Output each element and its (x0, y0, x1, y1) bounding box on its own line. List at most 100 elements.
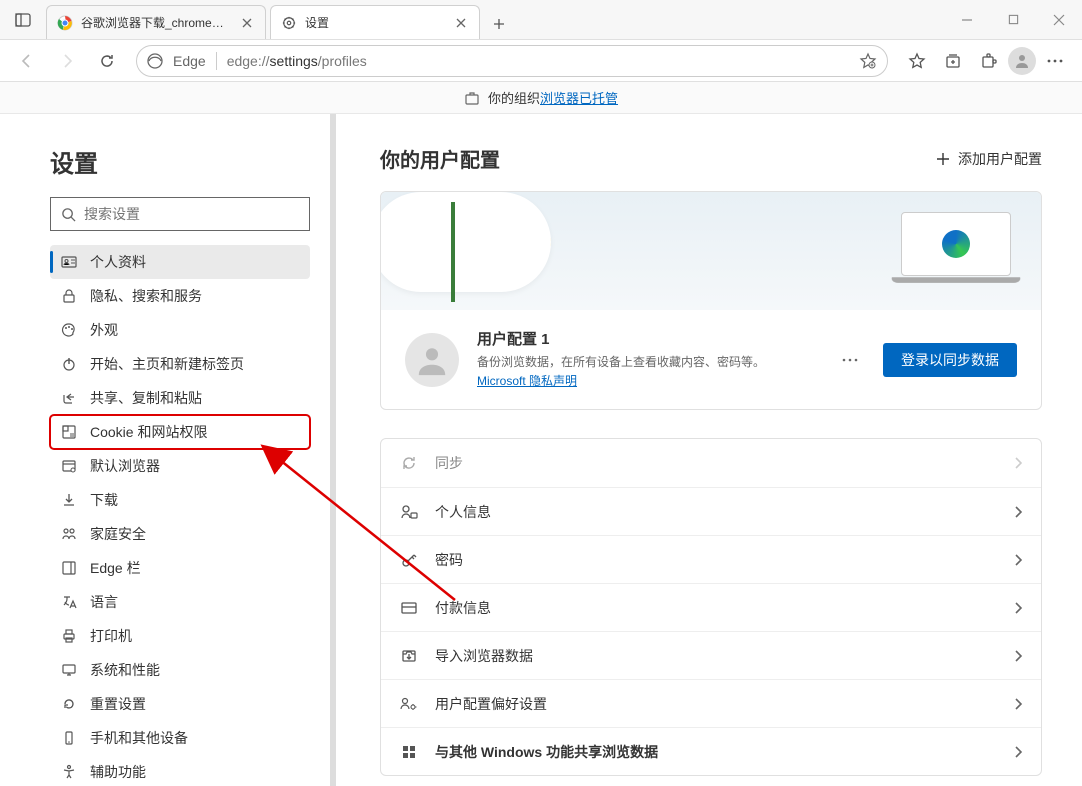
tab-2[interactable]: 设置 (270, 5, 480, 39)
extensions-button[interactable] (972, 44, 1006, 78)
separator (216, 52, 217, 70)
setting-row-payment[interactable]: 付款信息 (381, 583, 1041, 631)
setting-row-personal[interactable]: 个人信息 (381, 487, 1041, 535)
profile-name: 用户配置 1 (477, 328, 817, 349)
plus-icon (936, 152, 950, 166)
card-icon (399, 599, 419, 617)
minimize-button[interactable] (944, 4, 990, 36)
sidebar-item-phone[interactable]: 手机和其他设备 (50, 721, 310, 755)
lock-icon (60, 288, 78, 304)
add-profile-button[interactable]: 添加用户配置 (936, 149, 1042, 169)
sidebar-item-profile[interactable]: 个人资料 (50, 245, 310, 279)
tab-close-icon[interactable] (239, 15, 255, 31)
reset-icon (60, 696, 78, 712)
download-icon (60, 492, 78, 508)
sidebar-item-family[interactable]: 家庭安全 (50, 517, 310, 551)
setting-row-prefs[interactable]: 用户配置偏好设置 (381, 679, 1041, 727)
back-button[interactable] (10, 44, 44, 78)
url-text: edge://settings/profiles (227, 53, 859, 69)
search-icon (61, 207, 76, 222)
sidebar-item-lang[interactable]: 语言 (50, 585, 310, 619)
sidebar-item-cookies[interactable]: Cookie 和网站权限 (50, 415, 310, 449)
cookie-icon (60, 424, 78, 440)
sidebar-label: 重置设置 (90, 694, 146, 714)
tab-actions-button[interactable] (6, 4, 40, 36)
setting-row-share-win[interactable]: 与其他 Windows 功能共享浏览数据 (381, 727, 1041, 775)
sidebar-item-privacy[interactable]: 隐私、搜索和服务 (50, 279, 310, 313)
search-settings-box[interactable] (50, 197, 310, 231)
setting-label: 同步 (435, 453, 997, 473)
favorites-star-icon[interactable] (859, 52, 877, 70)
edge-label: Edge (173, 53, 206, 69)
tab-strip: 谷歌浏览器下载_chrome浏览器下 设置 (46, 0, 514, 39)
share-icon (60, 390, 78, 406)
tab-close-icon[interactable] (453, 15, 469, 31)
chevron-right-icon (1013, 553, 1023, 567)
menu-button[interactable] (1038, 44, 1072, 78)
import-icon (399, 647, 419, 665)
family-icon (60, 526, 78, 542)
briefcase-icon (464, 90, 480, 106)
browser-icon (60, 458, 78, 474)
phone-icon (60, 730, 78, 746)
profile-card: 用户配置 1 备份浏览数据，在所有设备上查看收藏内容、密码等。 Microsof… (380, 191, 1042, 410)
refresh-icon (399, 454, 419, 472)
accessibility-icon (60, 764, 78, 780)
chevron-right-icon (1013, 456, 1023, 470)
sidebar-item-system[interactable]: 系统和性能 (50, 653, 310, 687)
setting-label: 密码 (435, 550, 997, 570)
new-tab-button[interactable] (484, 9, 514, 39)
profile-more-button[interactable] (835, 345, 865, 375)
sidebar-label: 手机和其他设备 (90, 728, 188, 748)
managed-link[interactable]: 浏览器已托管 (540, 91, 618, 106)
refresh-button[interactable] (90, 44, 124, 78)
chrome-favicon (57, 15, 73, 31)
maximize-button[interactable] (990, 4, 1036, 36)
profile-avatar-button[interactable] (1008, 47, 1036, 75)
sidebar-label: Edge 栏 (90, 558, 141, 578)
sidebar-item-reset[interactable]: 重置设置 (50, 687, 310, 721)
managed-info-bar: 你的组织浏览器已托管 (0, 82, 1082, 114)
sidebar-label: 共享、复制和粘贴 (90, 388, 202, 408)
sidebar-item-start[interactable]: 开始、主页和新建标签页 (50, 347, 310, 381)
sidebar-label: 默认浏览器 (90, 456, 160, 476)
power-icon (60, 356, 78, 372)
setting-label: 付款信息 (435, 598, 997, 618)
setting-label: 与其他 Windows 功能共享浏览数据 (435, 742, 997, 762)
setting-row-passwords[interactable]: 密码 (381, 535, 1041, 583)
sidebar-item-edgebar[interactable]: Edge 栏 (50, 551, 310, 585)
managed-text: 你的组织浏览器已托管 (488, 88, 618, 107)
windows-icon (399, 744, 419, 760)
setting-row-sync[interactable]: 同步 (381, 439, 1041, 487)
signin-sync-button[interactable]: 登录以同步数据 (883, 343, 1017, 377)
settings-nav: 个人资料 隐私、搜索和服务 外观 开始、主页和新建标签页 共享、复制和粘贴 Co… (50, 245, 310, 786)
address-bar[interactable]: Edge edge://settings/profiles (136, 45, 888, 77)
sidebar-item-default[interactable]: 默认浏览器 (50, 449, 310, 483)
tab-1[interactable]: 谷歌浏览器下载_chrome浏览器下 (46, 5, 266, 39)
settings-sidebar: 设置 个人资料 隐私、搜索和服务 外观 开始、主页和新建标签页 共享、复制和粘贴… (0, 114, 330, 786)
sidebar-item-a11y[interactable]: 辅助功能 (50, 755, 310, 786)
sidebar-item-share[interactable]: 共享、复制和粘贴 (50, 381, 310, 415)
privacy-link[interactable]: Microsoft 隐私声明 (477, 374, 577, 388)
setting-row-import[interactable]: 导入浏览器数据 (381, 631, 1041, 679)
search-settings-input[interactable] (84, 206, 299, 222)
sidebar-item-downloads[interactable]: 下载 (50, 483, 310, 517)
sidebar-item-appearance[interactable]: 外观 (50, 313, 310, 347)
window-controls (944, 4, 1082, 36)
page-heading: 你的用户配置 (380, 144, 500, 173)
user-card-icon (60, 254, 78, 270)
title-bar: 谷歌浏览器下载_chrome浏览器下 设置 (0, 0, 1082, 40)
profile-settings-list: 同步 个人信息 密码 付款信息 导入浏览器数据 (380, 438, 1042, 776)
favorites-button[interactable] (900, 44, 934, 78)
sidebar-item-printer[interactable]: 打印机 (50, 619, 310, 653)
profile-avatar (405, 333, 459, 387)
sidebar-resizer[interactable] (330, 114, 336, 786)
sidebar-label: Cookie 和网站权限 (90, 422, 207, 442)
add-profile-label: 添加用户配置 (958, 149, 1042, 169)
sidebar-label: 隐私、搜索和服务 (90, 286, 202, 306)
collections-button[interactable] (936, 44, 970, 78)
forward-button[interactable] (50, 44, 84, 78)
sidebar-label: 下载 (90, 490, 118, 510)
sidebar-label: 系统和性能 (90, 660, 160, 680)
close-window-button[interactable] (1036, 4, 1082, 36)
